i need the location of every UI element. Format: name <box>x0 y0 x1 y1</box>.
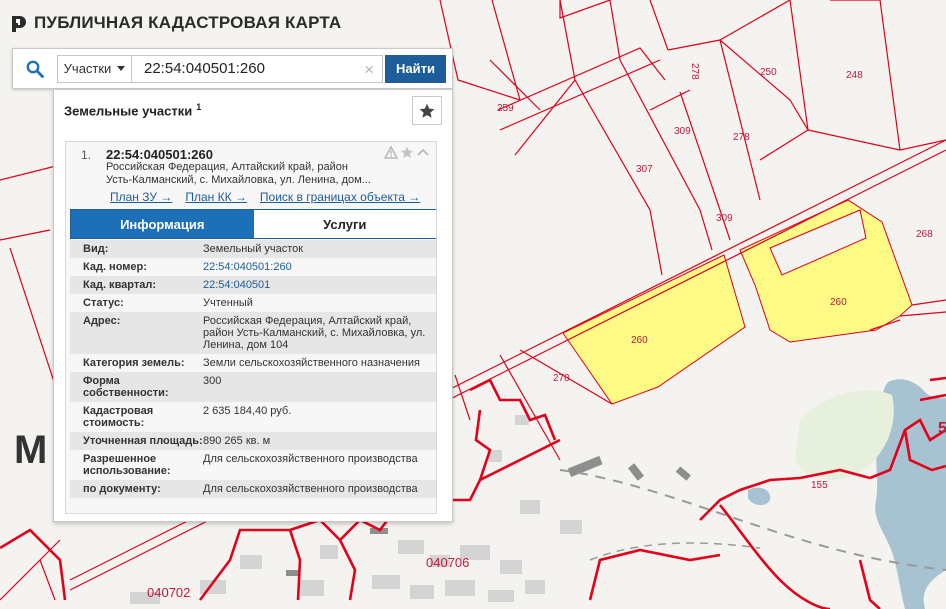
property-row: Статус: Учтенный <box>70 294 436 312</box>
property-value: Российская Федерация, Алтайский край, ра… <box>203 315 426 351</box>
result-address-line2: Усть-Калманский, с. Михайловка, ул. Лени… <box>106 174 371 186</box>
result-card-tools <box>384 146 430 159</box>
property-row: Категория земель: Земли сельскохозяйстве… <box>70 354 436 372</box>
result-tabs: Информация Услуги <box>70 209 436 239</box>
property-label: Адрес: <box>83 315 121 327</box>
property-value: Для сельскохозяйственного производства <box>203 453 418 465</box>
results-panel-header: Земельные участки 1 <box>54 90 452 130</box>
plan-zu-link[interactable]: План ЗУ → <box>110 190 172 204</box>
property-label: Уточненная площадь: <box>83 435 203 447</box>
favorites-button[interactable] <box>412 96 442 125</box>
star-icon[interactable] <box>400 146 414 159</box>
chevron-up-icon[interactable] <box>416 146 430 159</box>
edge-label: 5 <box>938 420 946 437</box>
property-row: по документу: Для сельскохозяйственного … <box>70 480 436 498</box>
svg-text:268: 268 <box>916 229 933 240</box>
property-row: Кад. номер: 22:54:040501:260 <box>70 258 436 276</box>
search-query-text: 22:54:040501:260 <box>144 60 265 77</box>
results-count: 1 <box>196 101 202 112</box>
property-label: Кад. номер: <box>83 261 147 273</box>
tab-info[interactable]: Информация <box>71 210 254 238</box>
property-row: Кадастровая стоимость: 2 635 184,40 руб. <box>70 402 436 432</box>
svg-text:259: 259 <box>497 103 514 114</box>
chevron-down-icon <box>117 66 126 71</box>
search-icon[interactable] <box>13 49 57 88</box>
result-cadastral-number[interactable]: 22:54:040501:260 <box>106 147 213 162</box>
property-value-link[interactable]: 22:54:040501:260 <box>203 261 436 273</box>
svg-text:260: 260 <box>830 297 847 308</box>
property-value: Учтенный <box>203 297 253 309</box>
property-value: 890 265 кв. м <box>203 435 271 447</box>
property-value: 300 <box>203 375 222 387</box>
result-address-line1: Российская Федерация, Алтайский край, ра… <box>106 161 348 173</box>
svg-text:278: 278 <box>689 63 700 80</box>
plan-kk-link[interactable]: План КК → <box>185 190 247 204</box>
search-input[interactable]: 22:54:040501:260 × <box>132 54 383 83</box>
property-row: Кад. квартал: 22:54:040501 <box>70 276 436 294</box>
search-in-bounds-link[interactable]: Поиск в границах объекта → <box>260 190 420 204</box>
property-value: Земельный участок <box>203 243 304 255</box>
property-label: Статус: <box>83 297 124 309</box>
property-label: Форма собственности: <box>83 375 169 399</box>
result-address: Российская Федерация, Алтайский край, ра… <box>106 161 391 187</box>
properties-table: Вид: Земельный участок Кад. номер: 22:54… <box>70 240 436 498</box>
results-panel: Земельные участки 1 1. 22:54:040501:260 Р… <box>53 89 453 522</box>
search-type-value: Участки <box>63 61 112 76</box>
property-value: Для сельскохозяйственного производства <box>203 483 418 495</box>
search-bar: Участки 22:54:040501:260 × Найти <box>12 48 453 89</box>
results-title-text: Земельные участки <box>64 103 193 119</box>
property-row: Форма собственности: 300 <box>70 372 436 402</box>
result-index: 1. <box>81 148 92 162</box>
svg-text:309: 309 <box>674 126 691 137</box>
svg-text:155: 155 <box>811 480 828 491</box>
svg-text:278: 278 <box>733 132 750 143</box>
property-row: Уточненная площадь: 890 265 кв. м <box>70 432 436 450</box>
property-label: по документу: <box>83 483 161 495</box>
svg-text:260: 260 <box>631 335 648 346</box>
svg-text:307: 307 <box>636 164 653 175</box>
search-type-select[interactable]: Участки <box>57 54 132 83</box>
property-row: Вид: Земельный участок <box>70 240 436 258</box>
svg-text:250: 250 <box>760 67 777 78</box>
property-label: Кадастровая стоимость: <box>83 405 154 429</box>
clear-icon[interactable]: × <box>364 60 374 80</box>
place-label: М <box>14 428 47 472</box>
result-links: План ЗУ → План КК → Поиск в границах объ… <box>110 190 420 204</box>
svg-text:270: 270 <box>553 373 570 384</box>
property-row: Разрешенное использование: Для сельскохо… <box>70 450 436 480</box>
property-row: Адрес: Российская Федерация, Алтайский к… <box>70 312 436 354</box>
property-value-link[interactable]: 22:54:040501 <box>203 279 436 291</box>
result-card: 1. 22:54:040501:260 Российская Федерация… <box>65 141 437 514</box>
property-value: 2 635 184,40 руб. <box>203 405 292 417</box>
svg-text:040702: 040702 <box>147 585 190 600</box>
cadastre-logo-icon <box>12 16 26 32</box>
results-title: Земельные участки 1 <box>64 102 201 118</box>
find-button[interactable]: Найти <box>385 54 446 83</box>
svg-text:248: 248 <box>846 70 863 81</box>
property-label: Кад. квартал: <box>83 279 157 291</box>
property-label: Разрешенное использование: <box>83 453 171 477</box>
app-title: ПУБЛИЧНАЯ КАДАСТРОВАЯ КАРТА <box>34 13 342 32</box>
property-label: Категория земель: <box>83 357 185 369</box>
svg-text:309: 309 <box>716 213 733 224</box>
svg-text:040706: 040706 <box>426 555 469 570</box>
property-value: Земли сельскохозяйственного назначения <box>203 357 420 369</box>
star-icon <box>419 103 435 118</box>
tab-services[interactable]: Услуги <box>253 210 436 238</box>
property-label: Вид: <box>83 243 109 255</box>
warning-icon[interactable] <box>384 146 398 159</box>
app-header: ПУБЛИЧНАЯ КАДАСТРОВАЯ КАРТА <box>0 0 341 46</box>
